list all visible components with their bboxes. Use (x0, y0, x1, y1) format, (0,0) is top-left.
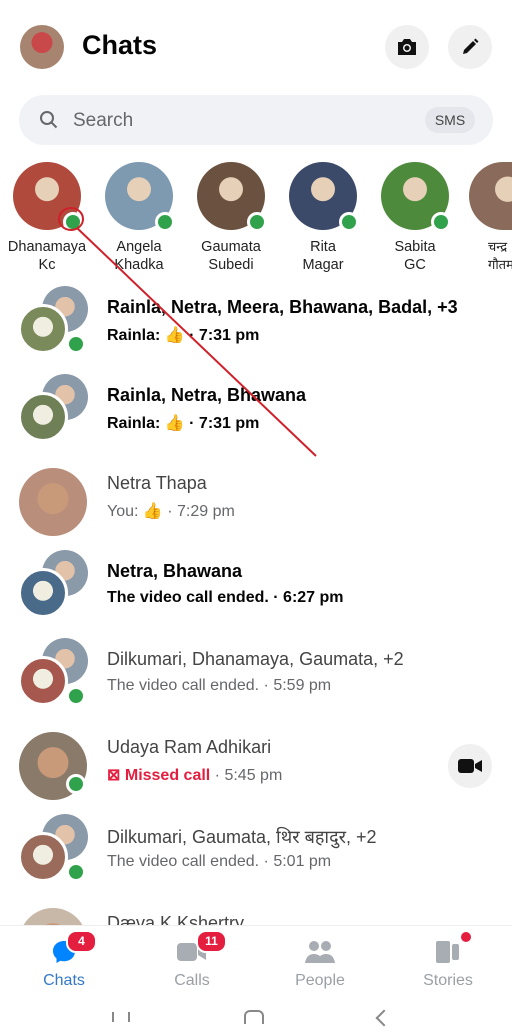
story-contact[interactable]: Angela Khadka (94, 160, 184, 274)
message-preview: The video call ended. · 6:27 pm (107, 589, 344, 606)
video-camera-icon (458, 759, 482, 773)
video-call-button[interactable] (448, 744, 492, 788)
chat-preview: The video call ended. · 5:01 pm (107, 853, 331, 871)
message-preview: · 5:45 pm (210, 767, 283, 784)
chat-row[interactable]: Dilkumari, Gaumata, थिर बहादुर, +2 The vi… (0, 810, 512, 898)
people-icon (305, 941, 335, 963)
tab-people[interactable]: People (256, 934, 384, 990)
new-story-dot (461, 932, 471, 942)
sms-button[interactable]: SMS (425, 107, 475, 133)
online-indicator (339, 212, 359, 232)
tab-label: People (295, 972, 345, 989)
chat-name: Rainla, Netra, Meera, Bhawana, Badal, +3 (107, 297, 458, 317)
chat-preview: Rainla: 👍 · 7:31 pm (107, 413, 259, 433)
avatar (18, 304, 68, 354)
chat-preview: The video call ended. · 5:59 pm (107, 677, 331, 695)
story-contact[interactable]: Gaumata Subedi (186, 160, 276, 274)
search-placeholder: Search (73, 110, 134, 131)
avatar (13, 162, 83, 232)
chat-preview: You: 👍 · 7:29 pm (107, 501, 235, 521)
chat-name: Rainla, Netra, Bhawana (107, 385, 307, 405)
contact-name: Angela Khadka (114, 239, 164, 273)
missed-call-icon: ⊠ (107, 767, 125, 784)
compose-button[interactable] (448, 25, 492, 69)
page-title: Chats (82, 30, 158, 60)
contact-name: Rita Magar (302, 239, 344, 273)
tab-stories[interactable]: Stories (384, 932, 512, 990)
story-contact[interactable]: Dhanamaya Kc (2, 160, 92, 274)
chat-row[interactable]: Netra, Bhawana The video call ended. · 6:… (0, 546, 512, 634)
chat-preview: ⊠ Missed call · 5:45 pm (107, 765, 282, 785)
avatar (18, 568, 68, 618)
message-preview: You: 👍 · 7:29 pm (107, 503, 235, 520)
avatar (289, 162, 359, 232)
chat-row[interactable]: Netra Thapa You: 👍 · 7:29 pm (0, 458, 512, 546)
online-indicator (155, 212, 175, 232)
chat-preview: Rainla: 👍 · 7:31 pm (107, 325, 259, 345)
chat-row[interactable]: Udaya Ram Adhikari ⊠ Missed call · 5:45 p… (0, 722, 512, 810)
online-indicator (247, 212, 267, 232)
search-icon (40, 111, 58, 129)
chat-row[interactable]: Dilkumari, Dhanamaya, Gaumata, +2 The vid… (0, 634, 512, 722)
chat-name: Netra, Bhawana (107, 561, 243, 581)
message-preview: The video call ended. · 5:01 pm (107, 853, 332, 870)
camera-icon (398, 39, 416, 55)
chat-row[interactable]: Rainla, Netra, Bhawana Rainla: 👍 · 7:31 p… (0, 370, 512, 458)
active-contacts-row: Dhanamaya Kc Angela Khadka Gaumata Subedi R… (0, 160, 512, 280)
avatar (469, 162, 512, 230)
chat-name: Udaya Ram Adhikari (107, 737, 272, 757)
avatar (197, 162, 267, 232)
pencil-icon (463, 38, 479, 54)
missed-call-label: Missed call (124, 767, 211, 784)
story-contact[interactable]: चन्द्र गौतम (469, 160, 512, 274)
contact-name: Gaumata Subedi (201, 239, 261, 273)
message-preview: Rainla: 👍 · 7:31 pm (107, 327, 260, 344)
unread-badge: 11 (196, 930, 227, 953)
chat-name: Dilkumari, Dhanamaya, Gaumata, +2 (107, 649, 404, 669)
avatar (381, 162, 451, 232)
avatar (19, 468, 87, 536)
message-preview: Rainla: 👍 · 7:31 pm (107, 415, 260, 432)
stories-icon (436, 941, 459, 963)
search-input[interactable]: Search SMS (19, 95, 493, 145)
unread-badge: 4 (66, 930, 97, 953)
chat-preview: The video call ended. · 6:27 pm (107, 589, 344, 607)
chat-name: Dilkumari, Gaumata, थिर बहादुर, +2 (107, 827, 377, 847)
online-indicator (66, 334, 86, 354)
tab-label: Chats (43, 972, 85, 989)
avatar (105, 162, 175, 232)
story-contact[interactable]: Sabita GC (370, 160, 460, 274)
contact-name: Dhanamaya Kc (7, 239, 87, 273)
tab-calls[interactable]: 11 Calls (128, 930, 256, 990)
contact-name: चन्द्र गौतम (488, 239, 512, 272)
online-indicator (66, 862, 86, 882)
camera-button[interactable] (385, 25, 429, 69)
avatar (18, 392, 68, 442)
avatar (18, 832, 68, 882)
online-indicator (63, 212, 83, 232)
recents-button[interactable] (112, 1012, 130, 1022)
tab-label: Calls (174, 972, 210, 989)
online-indicator (66, 774, 86, 794)
tab-chats[interactable]: 4 Chats (0, 930, 128, 990)
tab-label: Stories (423, 972, 473, 989)
message-preview: The video call ended. · 5:59 pm (107, 677, 332, 694)
avatar (18, 656, 68, 706)
profile-avatar[interactable] (20, 25, 64, 69)
contact-name: Sabita GC (394, 239, 436, 273)
online-indicator (66, 686, 86, 706)
chat-row[interactable]: Rainla, Netra, Meera, Bhawana, Badal, +3… (0, 282, 512, 370)
story-contact[interactable]: Rita Magar (278, 160, 368, 274)
chat-name: Netra Thapa (107, 473, 207, 493)
online-indicator (431, 212, 451, 232)
home-button[interactable] (244, 1010, 264, 1024)
system-nav-bar (0, 1000, 512, 1027)
header: Chats (0, 0, 512, 92)
